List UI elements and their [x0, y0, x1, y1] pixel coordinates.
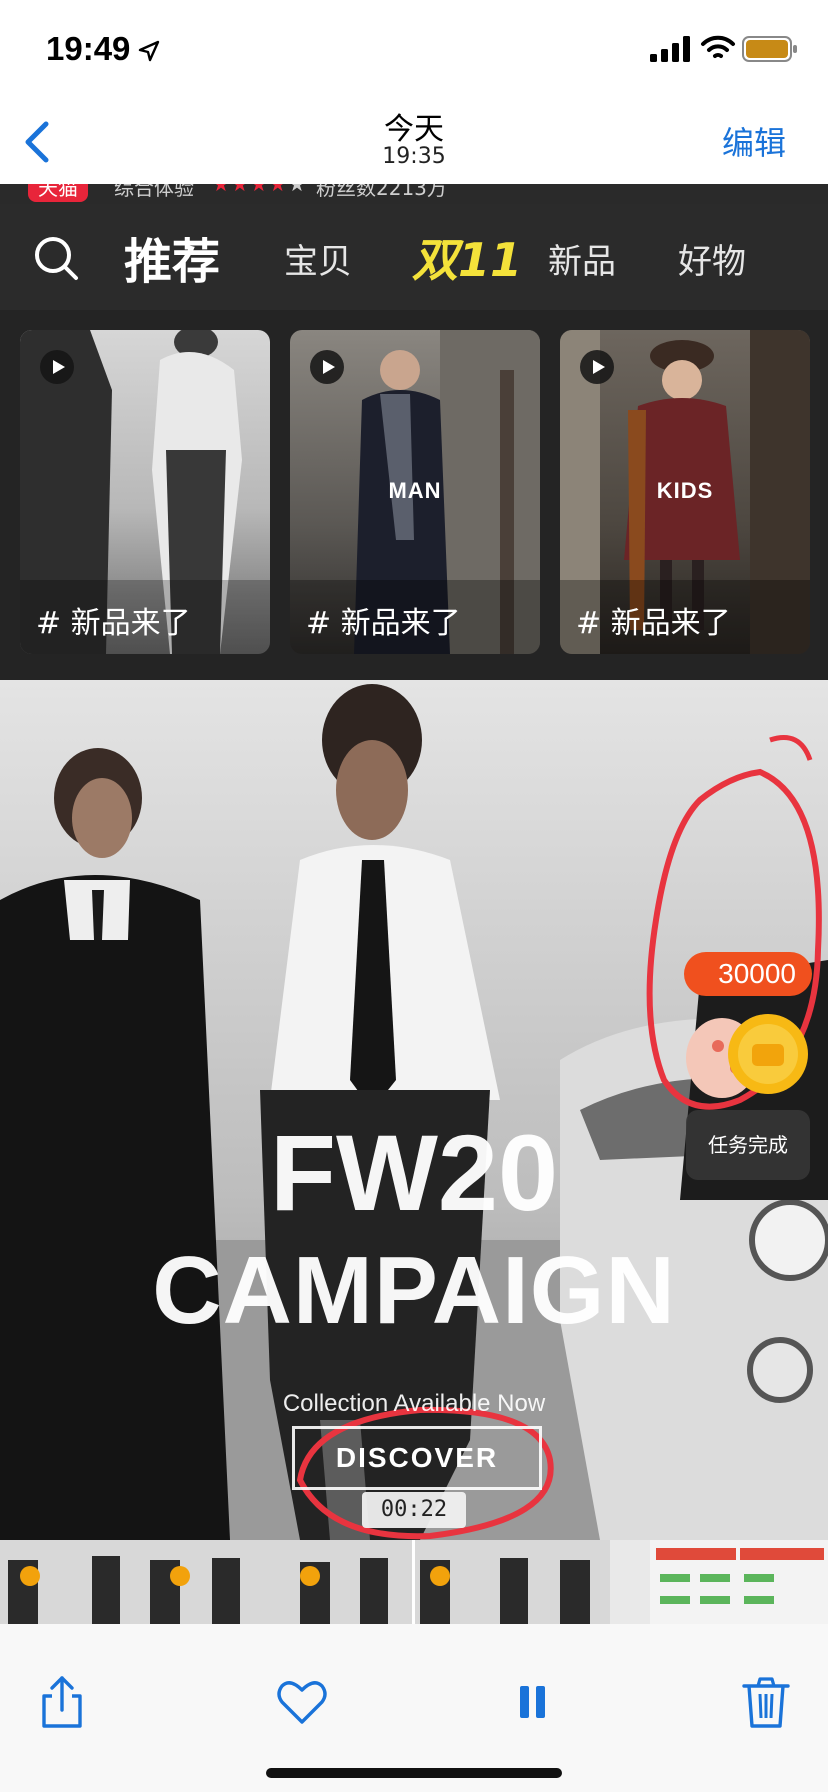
video-tag: # 新品来了: [576, 606, 731, 641]
media-content[interactable]: 天猫 综合体验 ★★★★ ★ 粉丝数2213万 推荐 宝贝 双11 新品 好物 …: [0, 184, 828, 1624]
campaign-subtitle: Collection Available Now: [282, 1390, 546, 1417]
coin-reward-icon: [686, 1014, 808, 1098]
tab-good-items[interactable]: 好物: [678, 234, 746, 283]
video-card[interactable]: KIDS # 新品来了: [560, 330, 810, 654]
nav-title: 今天: [384, 112, 444, 147]
heart-icon[interactable]: [274, 1674, 330, 1730]
scrubber-frames-image: [0, 1540, 828, 1624]
battery-icon: [742, 36, 797, 62]
video-overlay-label: MAN: [388, 478, 442, 503]
status-time: 19:49: [46, 30, 131, 67]
campaign-title-line2: CAMPAIGN: [152, 1237, 676, 1344]
fans-count-label: 粉丝数2213万: [316, 184, 447, 200]
wifi-icon: [701, 35, 735, 58]
reward-amount-pill[interactable]: 30000: [684, 952, 812, 996]
search-icon[interactable]: [32, 234, 80, 282]
video-tag: # 新品来了: [306, 606, 461, 641]
play-icon[interactable]: [580, 350, 614, 384]
nav-bar: 今天 19:35 编辑: [0, 100, 828, 184]
video-overlay-label: KIDS: [656, 478, 714, 503]
task-complete-box: 任务完成: [686, 1110, 810, 1180]
pause-icon[interactable]: [504, 1674, 560, 1730]
campaign-hero-banner[interactable]: FW20 CAMPAIGN Collection Available Now D…: [0, 680, 828, 1540]
trash-icon[interactable]: [738, 1674, 794, 1730]
location-arrow-icon: [138, 40, 160, 62]
tab-products[interactable]: 宝贝: [284, 234, 352, 283]
status-bar: 19:49: [0, 0, 828, 100]
video-tag: # 新品来了: [36, 606, 191, 641]
tmall-badge: 天猫: [28, 184, 88, 202]
video-scrubber-strip[interactable]: [0, 1540, 828, 1624]
rating-stars-icon: ★★★★: [212, 184, 288, 196]
video-card[interactable]: # 新品来了: [20, 330, 270, 654]
play-icon[interactable]: [40, 350, 74, 384]
share-icon[interactable]: [34, 1674, 90, 1730]
tab-new-arrivals[interactable]: 新品: [548, 234, 616, 283]
nav-subtitle: 19:35: [382, 144, 446, 169]
store-info-strip: 天猫 综合体验 ★★★★ ★ 粉丝数2213万: [0, 184, 828, 204]
rating-star-empty-icon: ★: [288, 184, 306, 196]
cellular-signal-icon: [650, 36, 690, 62]
play-icon[interactable]: [310, 350, 344, 384]
video-cards-strip: # 新品来了 MAN # 新品来了 KIDS # 新品来了: [0, 310, 828, 680]
tab-double11[interactable]: 双11: [412, 224, 522, 290]
discover-button[interactable]: DISCOVER: [292, 1426, 542, 1490]
edit-button[interactable]: 编辑: [722, 118, 786, 164]
video-time-badge: 00:22: [362, 1492, 466, 1528]
home-indicator[interactable]: [266, 1768, 562, 1778]
experience-label: 综合体验: [114, 184, 194, 200]
bottom-toolbar: [0, 1624, 828, 1792]
video-card[interactable]: MAN # 新品来了: [290, 330, 540, 654]
category-tab-bar: 推荐 宝贝 双11 新品 好物: [0, 204, 828, 310]
tab-recommend[interactable]: 推荐: [124, 222, 220, 292]
